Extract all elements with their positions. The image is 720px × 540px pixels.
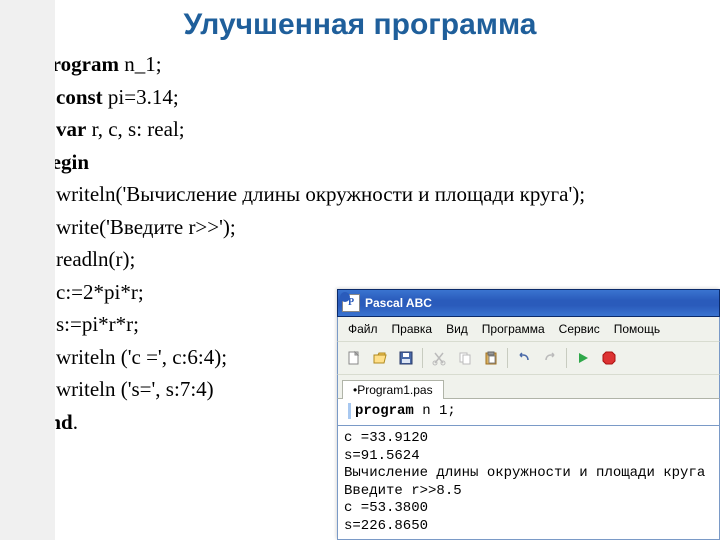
editor-keyword: program xyxy=(355,403,414,419)
code-line: writeln ('c =', с:6:4); xyxy=(40,341,227,374)
save-floppy-icon xyxy=(398,350,414,366)
window-titlebar[interactable]: P Pascal ABC xyxy=(337,289,720,317)
code-line: writeln('Вычисление длины окружности и п… xyxy=(40,178,585,211)
editor-tab[interactable]: •Program1.pas xyxy=(342,380,444,399)
kw-var: var xyxy=(56,117,86,141)
code-text: . xyxy=(73,410,78,434)
kw-const: const xyxy=(56,85,103,109)
code-text: pi=3.14; xyxy=(103,85,179,109)
tab-bar: •Program1.pas xyxy=(337,374,720,398)
redo-button[interactable] xyxy=(538,346,562,370)
toolbar-separator xyxy=(422,348,423,368)
menu-help[interactable]: Помощь xyxy=(608,320,666,338)
cut-button[interactable] xyxy=(427,346,451,370)
menu-service[interactable]: Сервис xyxy=(553,320,606,338)
page-title: Улучшенная программа xyxy=(0,0,720,48)
copy-button[interactable] xyxy=(453,346,477,370)
window-title: Pascal ABC xyxy=(365,296,432,310)
paste-button[interactable] xyxy=(479,346,503,370)
play-icon xyxy=(575,350,591,366)
menu-edit[interactable]: Правка xyxy=(386,320,439,338)
stop-icon xyxy=(601,350,617,366)
new-file-icon xyxy=(346,350,362,366)
output-console[interactable]: c =33.9120 s=91.5624 Вычисление длины ок… xyxy=(337,426,720,540)
menu-bar: Файл Правка Вид Программа Сервис Помощь xyxy=(337,317,720,341)
stop-button[interactable] xyxy=(597,346,621,370)
undo-button[interactable] xyxy=(512,346,536,370)
paste-clipboard-icon xyxy=(483,350,499,366)
editor-text: n 1; xyxy=(414,403,456,419)
run-button[interactable] xyxy=(571,346,595,370)
code-text: r, c, s: real; xyxy=(86,117,184,141)
code-line: c:=2*pi*r; xyxy=(40,276,144,309)
pascal-abc-window: P Pascal ABC Файл Правка Вид Программа С… xyxy=(337,289,720,540)
undo-icon xyxy=(516,350,532,366)
open-folder-icon xyxy=(372,350,388,366)
toolbar xyxy=(337,341,720,374)
scissors-icon xyxy=(431,350,447,366)
menu-program[interactable]: Программа xyxy=(476,320,551,338)
code-editor[interactable]: program n 1; xyxy=(337,398,720,426)
toolbar-separator xyxy=(566,348,567,368)
menu-file[interactable]: Файл xyxy=(342,320,384,338)
menu-view[interactable]: Вид xyxy=(440,320,474,338)
copy-icon xyxy=(457,350,473,366)
toolbar-separator xyxy=(507,348,508,368)
code-line: writeln ('s=', s:7:4) xyxy=(40,373,214,406)
save-button[interactable] xyxy=(394,346,418,370)
code-line: write('Введите r>>'); xyxy=(40,211,236,244)
open-file-button[interactable] xyxy=(368,346,392,370)
new-file-button[interactable] xyxy=(342,346,366,370)
app-icon: P xyxy=(342,294,360,312)
code-text: n_1; xyxy=(119,52,162,76)
left-stripe xyxy=(0,0,55,540)
redo-icon xyxy=(542,350,558,366)
